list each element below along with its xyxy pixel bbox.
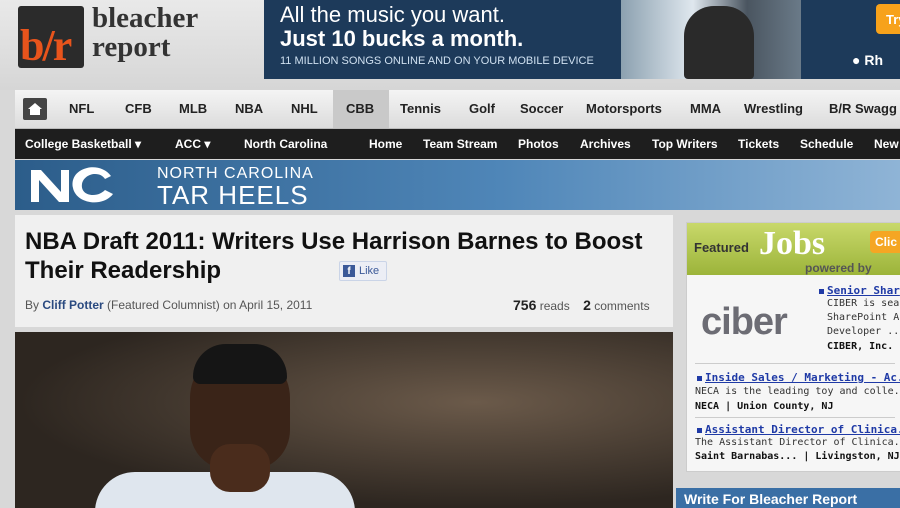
job-desc-1c: Developer ...	[827, 326, 900, 337]
ad-person-figure	[684, 6, 754, 79]
home-icon[interactable]	[23, 98, 47, 120]
facebook-icon: f	[343, 265, 355, 277]
nc-logo-icon	[31, 167, 113, 203]
subnav-home[interactable]: Home	[369, 137, 402, 151]
article-byline: By Cliff Potter (Featured Columnist) on …	[25, 298, 312, 312]
nav-item-tennis[interactable]: Tennis	[400, 101, 441, 116]
banner-ad[interactable]: All the music you want. Just 10 bucks a …	[264, 0, 900, 79]
job-title-1[interactable]: Senior Shar	[827, 284, 900, 297]
bullet-icon	[697, 376, 702, 381]
nav-item-cbb[interactable]: CBB	[346, 101, 374, 116]
subnav-college-basketball[interactable]: College Basketball ▾	[25, 137, 141, 151]
nav-item-golf[interactable]: Golf	[469, 101, 495, 116]
site-header: b/r bleacher report All the music you wa…	[0, 0, 900, 90]
site-logo[interactable]: b/r	[18, 6, 84, 70]
jobs-powered-by: powered by	[805, 261, 872, 275]
jobs-header: Featured Jobs powered by Clic	[687, 223, 900, 275]
byline-role: (Featured Columnist) on April 15, 2011	[107, 298, 313, 312]
subnav-schedule[interactable]: Schedule	[800, 137, 853, 151]
job-desc-3: The Assistant Director of Clinica...	[695, 437, 900, 448]
nav-item-soccer[interactable]: Soccer	[520, 101, 563, 116]
sub-nav: College Basketball ▾ ACC ▾ North Carolin…	[15, 129, 900, 159]
nav-item-nhl[interactable]: NHL	[291, 101, 318, 116]
job-title-2[interactable]: Inside Sales / Marketing - Ac...	[705, 371, 900, 384]
job-desc-1a: CIBER is searc	[827, 298, 900, 309]
job-location-2: NECA | Union County, NJ	[695, 401, 834, 412]
nav-item-motorsports[interactable]: Motorsports	[586, 101, 662, 116]
nav-item-nba[interactable]: NBA	[235, 101, 263, 116]
nav-item-nfl[interactable]: NFL	[69, 101, 94, 116]
author-link[interactable]: Cliff Potter	[42, 298, 103, 312]
nav-item-cfb[interactable]: CFB	[125, 101, 152, 116]
nav-item-br-swagg[interactable]: B/R Swagg	[829, 101, 897, 116]
write-for-br-box[interactable]: Write For Bleacher Report	[676, 488, 900, 508]
article-headline: NBA Draft 2011: Writers Use Harrison Bar…	[25, 228, 643, 284]
article-stats: 756 reads 2 comments	[513, 297, 650, 313]
main-nav: NFL CFB MLB NBA NHL CBB Tennis Golf Socc…	[15, 90, 900, 129]
reads-count: 756	[513, 297, 537, 313]
ad-subline: 11 MILLION SONGS ONLINE AND ON YOUR MOBI…	[280, 55, 594, 67]
comments-count[interactable]: 2	[583, 297, 591, 313]
logo-mark: b/r	[20, 21, 72, 70]
article-header: NBA Draft 2011: Writers Use Harrison Bar…	[15, 215, 673, 327]
ad-try-button[interactable]: Try	[876, 4, 900, 34]
byline-by: By	[25, 298, 40, 312]
subnav-top-writers[interactable]: Top Writers	[652, 137, 718, 151]
logo-wordmark[interactable]: bleacher report	[92, 4, 198, 62]
subnav-archives[interactable]: Archives	[580, 137, 631, 151]
write-for-br-label: Write For Bleacher Report	[684, 491, 858, 507]
house-icon	[28, 103, 42, 115]
subnav-photos[interactable]: Photos	[518, 137, 559, 151]
bullet-icon	[819, 289, 824, 294]
facebook-like-button[interactable]: f Like	[339, 261, 387, 281]
logo-line1: bleacher	[92, 2, 199, 34]
job-location-1: CIBER, Inc. |	[827, 341, 900, 352]
article-photo	[15, 332, 673, 508]
job-title-3[interactable]: Assistant Director of Clinica...	[705, 423, 900, 436]
player-pointing-hand	[210, 444, 270, 492]
jobs-featured-label: Featured	[694, 240, 749, 255]
ad-headline-2: Just 10 bucks a month.	[280, 26, 524, 51]
jobs-click-button[interactable]: Clic	[870, 231, 900, 253]
logo-line2: report	[92, 31, 171, 63]
team-banner: NORTH CAROLINA TAR HEELS	[15, 160, 900, 210]
nav-item-mlb[interactable]: MLB	[179, 101, 207, 116]
nav-item-wrestling[interactable]: Wrestling	[744, 101, 803, 116]
divider	[695, 363, 895, 364]
reads-label: reads	[539, 299, 570, 313]
player-hair	[193, 344, 287, 384]
divider	[695, 417, 895, 418]
subnav-new[interactable]: New	[874, 137, 899, 151]
subnav-acc[interactable]: ACC ▾	[175, 137, 210, 151]
like-label: Like	[359, 265, 380, 277]
nav-item-mma[interactable]: MMA	[690, 101, 721, 116]
comments-label[interactable]: comments	[594, 299, 649, 313]
job-location-3: Saint Barnabas... | Livingston, NJ	[695, 451, 900, 462]
team-name-line2: TAR HEELS	[157, 180, 309, 210]
subnav-north-carolina[interactable]: North Carolina	[244, 137, 327, 151]
ad-brand: ● Rh	[852, 52, 883, 68]
ciber-logo[interactable]: ciber	[701, 301, 788, 344]
ad-brand-label: Rh	[864, 52, 884, 68]
subnav-team-stream[interactable]: Team Stream	[423, 137, 497, 151]
bullet-icon	[697, 428, 702, 433]
job-desc-2: NECA is the leading toy and colle...	[695, 386, 900, 397]
jobs-title: Jobs	[759, 225, 826, 262]
ad-brand-icon: ●	[852, 52, 861, 68]
ad-headline-1: All the music you want.	[280, 2, 505, 27]
subnav-tickets[interactable]: Tickets	[738, 137, 779, 151]
job-desc-1b: SharePoint Arc	[827, 312, 900, 323]
featured-jobs-widget: Featured Jobs powered by Clic ciber Seni…	[686, 222, 900, 472]
